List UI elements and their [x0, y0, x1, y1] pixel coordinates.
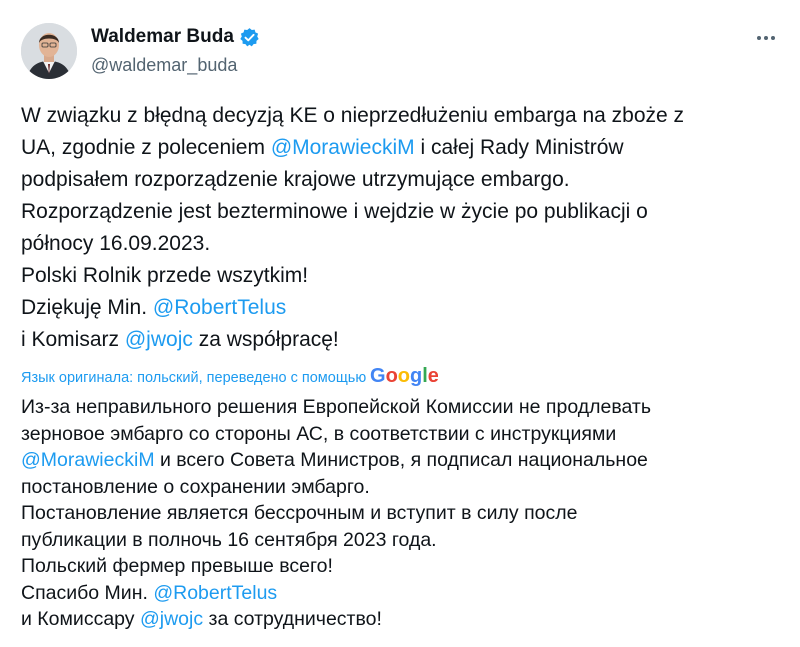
text-line: UA, zgodnie z poleceniem @MorawieckiM i … [21, 132, 761, 164]
text-line: W związku z błędną decyzją KE o nieprzed… [21, 100, 761, 132]
text-segment: UA, zgodnie z poleceniem [21, 136, 271, 159]
text-segment: Польский фермер превыше всего! [21, 555, 333, 577]
person-photo-icon [21, 23, 77, 79]
text-segment: Polski Rolnik przede wszytkim! [21, 264, 309, 287]
text-segment: публикации в полночь 16 сентября 2023 го… [21, 528, 437, 551]
tweet: Waldemar Buda @waldemar_buda W związku z… [0, 0, 800, 647]
text-line: północy 16.09.2023. [21, 228, 761, 260]
text-segment: W związku z błędną decyzją KE o nieprzed… [21, 104, 685, 127]
text-segment: podpisałem rozporządzenie krajowe utrzym… [21, 168, 570, 191]
text-segment: północy 16.09.2023. [21, 232, 211, 255]
text-segment: i całej Rady Ministrów [414, 136, 624, 159]
text-line: постановление о сохранении эмбарго. [21, 474, 781, 501]
text-segment: Спасибо Мин. [21, 581, 154, 604]
mention-link[interactable]: @jwojc [125, 328, 193, 351]
text-segment: Постановление является бессрочным и всту… [21, 502, 578, 524]
text-line: зерновое эмбарго со стороны АС, в соотве… [21, 421, 781, 448]
text-line: podpisałem rozporządzenie krajowe utrzym… [21, 164, 761, 196]
tweet-text-original: W związku z błędną decyzją KE o nieprzed… [21, 100, 761, 356]
handle[interactable]: @waldemar_buda [91, 55, 260, 76]
text-segment: постановление о сохранении эмбарго. [21, 475, 370, 498]
more-options-icon[interactable] [752, 28, 780, 48]
text-segment: и Комиссару [21, 608, 140, 630]
google-logo-icon: Google [370, 364, 439, 392]
avatar[interactable] [21, 23, 77, 79]
mention-link[interactable]: @RobertTelus [153, 582, 277, 604]
text-segment: Dziękuję Min. [21, 296, 153, 319]
text-segment: Из-за неправильного решения Европейской … [21, 396, 651, 418]
text-segment: зерновое эмбарго со стороны АС, в соотве… [21, 422, 617, 445]
display-name[interactable]: Waldemar Buda [91, 26, 234, 48]
text-segment: i Komisarz [21, 328, 125, 351]
text-line: Польский фермер превыше всего! [21, 553, 781, 580]
text-line: Постановление является бессрочным и всту… [21, 500, 781, 527]
text-line: i Komisarz @jwojc za współpracę! [21, 324, 761, 356]
text-line: @MorawieckiM и всего Совета Министров, я… [21, 447, 781, 474]
text-line: Rozporządzenie jest bezterminowe i wejdz… [21, 196, 761, 228]
mention-link[interactable]: @RobertTelus [153, 296, 286, 319]
mention-link[interactable]: @MorawieckiM [21, 449, 155, 471]
author-block: Waldemar Buda @waldemar_buda [91, 24, 260, 76]
text-segment: и всего Совета Министров, я подписал нац… [154, 449, 648, 471]
text-line: Спасибо Мин. @RobertTelus [21, 580, 781, 607]
text-line: Dziękuję Min. @RobertTelus [21, 292, 761, 324]
text-line: Из-за неправильного решения Европейской … [21, 394, 781, 421]
mention-link[interactable]: @jwojc [140, 608, 203, 630]
translation-note-text: Язык оригинала: польский, переведено с п… [21, 370, 367, 386]
mention-link[interactable]: @MorawieckiM [271, 136, 415, 159]
translation-note[interactable]: Язык оригинала: польский, переведено с п… [21, 364, 439, 392]
svg-text:Google: Google [370, 365, 438, 387]
tweet-text-translated: Из-за неправильного решения Европейской … [21, 394, 781, 633]
text-line: Polski Rolnik przede wszytkim! [21, 260, 761, 292]
text-segment: za współpracę! [192, 328, 339, 351]
text-segment: Rozporządzenie jest bezterminowe i wejdz… [21, 200, 648, 223]
text-line: и Комиссару @jwojc за сотрудничество! [21, 606, 781, 633]
text-line: публикации в полночь 16 сентября 2023 го… [21, 527, 781, 554]
verified-badge-icon[interactable] [239, 27, 260, 48]
text-segment: за сотрудничество! [203, 608, 382, 630]
